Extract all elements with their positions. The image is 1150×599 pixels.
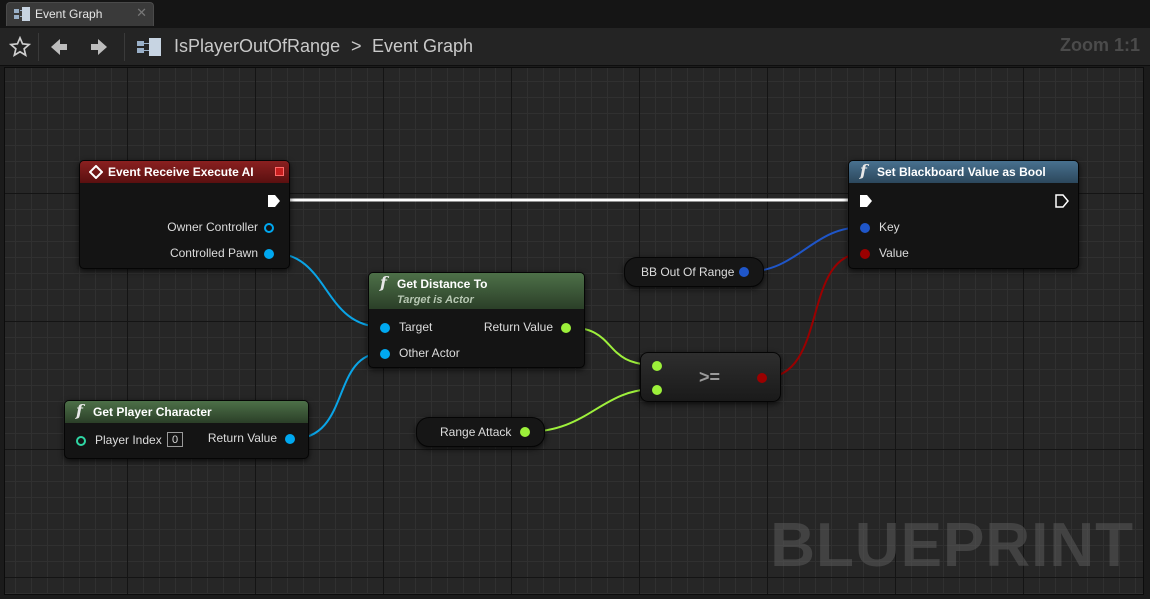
- other-actor-pin[interactable]: [380, 349, 390, 359]
- bb-out-of-range-pin[interactable]: [739, 267, 749, 277]
- node-title: Set Blackboard Value as Bool: [877, 165, 1046, 179]
- node-header: f Set Blackboard Value as Bool: [849, 161, 1078, 183]
- node-get-player-character[interactable]: f Get Player Character Player Index 0 Re…: [64, 400, 309, 459]
- node-get-distance-to[interactable]: f Get Distance To Target is Actor Target…: [368, 272, 585, 368]
- pin-label-owner-controller: Owner Controller: [167, 220, 258, 234]
- exec-input-pin[interactable]: [859, 194, 873, 208]
- compare-input-a-pin[interactable]: [652, 361, 662, 371]
- player-index-input[interactable]: 0: [167, 432, 183, 447]
- return-value-pin[interactable]: [285, 434, 295, 444]
- function-icon: f: [380, 273, 387, 292]
- player-index-pin[interactable]: [76, 436, 86, 446]
- node-header: f Get Distance To Target is Actor: [369, 273, 584, 309]
- value-pin[interactable]: [860, 249, 870, 259]
- node-bb-out-of-range[interactable]: BB Out Of Range: [624, 257, 764, 287]
- pin-label-other-actor: Other Actor: [399, 346, 460, 360]
- compare-input-b-pin[interactable]: [652, 385, 662, 395]
- node-greater-equal[interactable]: >=: [640, 352, 781, 402]
- node-title: Get Player Character: [93, 405, 212, 419]
- node-header: f Get Player Character: [65, 401, 308, 423]
- operator-label: >=: [699, 367, 721, 387]
- node-event-receive-execute-ai[interactable]: Event Receive Execute AI Owner Controlle…: [79, 160, 290, 269]
- function-icon: f: [76, 401, 83, 420]
- event-icon: [89, 165, 103, 179]
- pin-label-controlled-pawn: Controlled Pawn: [169, 246, 258, 260]
- pin-label-key: Key: [879, 220, 900, 234]
- breakpoint-marker[interactable]: [275, 167, 284, 176]
- pin-label-return-value: Return Value: [483, 320, 553, 334]
- target-pin[interactable]: [380, 323, 390, 333]
- compare-output-pin[interactable]: [757, 373, 767, 383]
- exec-output-pin[interactable]: [267, 194, 281, 208]
- wire-range-compare-b: [524, 388, 657, 433]
- pin-label-value: Value: [879, 246, 909, 260]
- node-range-attack[interactable]: Range Attack: [416, 417, 545, 447]
- controlled-pawn-pin[interactable]: [264, 249, 274, 259]
- node-set-blackboard-value-as-bool[interactable]: f Set Blackboard Value as Bool Key Value: [848, 160, 1079, 269]
- node-header: Event Receive Execute AI: [80, 161, 289, 183]
- pin-label-target: Target: [399, 320, 433, 334]
- pin-label-player-index: Player Index: [95, 433, 162, 447]
- owner-controller-pin[interactable]: [264, 223, 274, 233]
- pin-label-return-value: Return Value: [207, 431, 277, 445]
- variable-label: BB Out Of Range: [641, 265, 735, 279]
- node-title: Get Distance To: [397, 277, 488, 291]
- node-title: Event Receive Execute AI: [108, 165, 254, 179]
- variable-label: Range Attack: [440, 425, 512, 439]
- key-pin[interactable]: [860, 223, 870, 233]
- range-attack-pin[interactable]: [520, 427, 530, 437]
- node-subtitle: Target is Actor: [397, 294, 474, 306]
- function-icon: f: [860, 161, 867, 180]
- exec-output-pin[interactable]: [1055, 194, 1069, 208]
- return-value-pin[interactable]: [561, 323, 571, 333]
- blueprint-watermark: BLUEPRINT: [770, 511, 1134, 580]
